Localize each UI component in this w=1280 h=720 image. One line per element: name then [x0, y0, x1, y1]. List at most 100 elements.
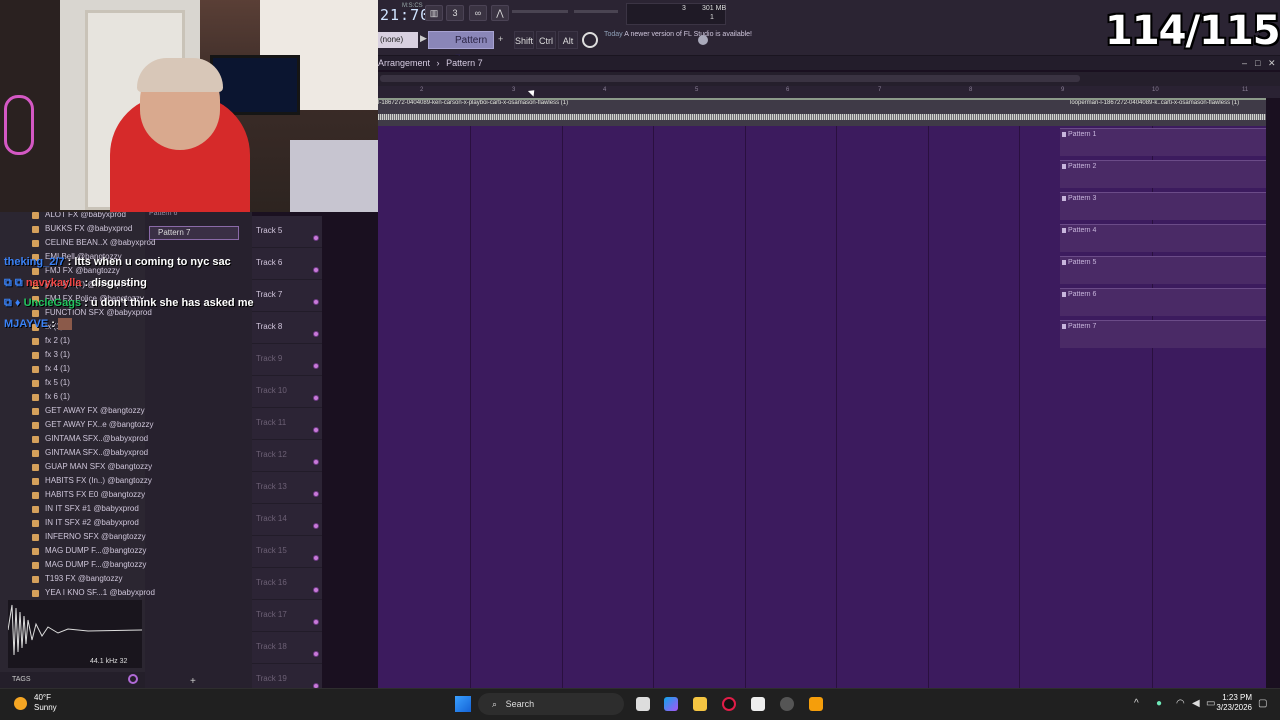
- browser-item[interactable]: GINTAMA SFX..@babyxprod: [32, 434, 148, 443]
- browser-item[interactable]: INFERNO SFX @bangtozzy: [32, 532, 146, 541]
- track-headers: Track 5 Track 6 Track 7 Track 8 Track 9 …: [252, 216, 322, 696]
- ruler-tick: 11: [1242, 87, 1249, 93]
- play-icon[interactable]: ▶: [420, 33, 427, 44]
- pattern-clip[interactable]: Pattern 2: [1060, 160, 1266, 188]
- pattern-list: Pattern 6 Pattern 7: [145, 210, 252, 688]
- add-pattern-icon[interactable]: +: [498, 34, 503, 44]
- browser-item[interactable]: IN IT SFX #1 @babyxprod: [32, 504, 139, 513]
- chat-message: ⧉ ♦ UncleGags : u don't think she has as…: [4, 297, 254, 309]
- tags-label: TAGS: [12, 676, 31, 683]
- browser-item[interactable]: fx 6 (1): [32, 392, 70, 401]
- browser-item[interactable]: GUAP MAN SFX @bangtozzy: [32, 462, 152, 471]
- volume-icon[interactable]: ◀: [1192, 698, 1200, 709]
- update-icon[interactable]: [698, 35, 708, 45]
- playlist-scrollbar[interactable]: [380, 75, 1080, 82]
- browser-item[interactable]: fx 5 (1): [32, 378, 70, 387]
- master-pitch-slider[interactable]: [574, 10, 618, 13]
- browser-item[interactable]: GINTAMA SFX..@babyxprod: [32, 448, 148, 457]
- browser-item[interactable]: HABITS FX (In..) @bangtozzy: [32, 476, 152, 485]
- browser-item[interactable]: BUKKS FX @babyxprod: [32, 224, 132, 233]
- browser-item[interactable]: MAG DUMP F...@bangtozzy: [32, 560, 146, 569]
- audio-clip[interactable]: l-1867272-0404089-ken-carson-x-playboi-c…: [378, 98, 1266, 126]
- track-header[interactable]: Track 9: [252, 344, 322, 376]
- browser-item[interactable]: GET AWAY FX @bangtozzy: [32, 406, 145, 415]
- browser-item[interactable]: YEA I KNO SF...1 @babyxprod: [32, 588, 155, 597]
- pattern-clip[interactable]: Pattern 7: [1060, 320, 1266, 348]
- pattern-clip[interactable]: Pattern 4: [1060, 224, 1266, 252]
- alt-button[interactable]: Alt: [558, 31, 578, 49]
- notification-icon[interactable]: ▢: [1258, 698, 1267, 709]
- pattern-clip[interactable]: Pattern 6: [1060, 288, 1266, 316]
- app-icon[interactable]: [780, 697, 794, 711]
- mic-icon[interactable]: ●: [1156, 698, 1162, 709]
- piano-icon[interactable]: ▥: [425, 5, 443, 21]
- search-icon: ⌕: [492, 699, 498, 709]
- track-header[interactable]: Track 18: [252, 632, 322, 664]
- shift-button[interactable]: Shift: [514, 31, 534, 49]
- track-header[interactable]: Track 13: [252, 472, 322, 504]
- copilot-icon[interactable]: [664, 697, 678, 711]
- loop-record-icon[interactable]: ∞: [469, 5, 487, 21]
- metronome-icon[interactable]: ⋀: [491, 5, 509, 21]
- ctrl-button[interactable]: Ctrl: [536, 31, 556, 49]
- taskbar-search[interactable]: ⌕ Search: [478, 693, 624, 715]
- track-header[interactable]: Track 8: [252, 312, 322, 344]
- step-icon[interactable]: 3: [446, 5, 464, 21]
- track-header[interactable]: Track 16: [252, 568, 322, 600]
- track-mute-icon: [313, 299, 319, 305]
- track-header[interactable]: Track 7: [252, 280, 322, 312]
- track-header[interactable]: Track 5: [252, 216, 322, 248]
- system-clock[interactable]: 1:23 PM 3/23/2026: [1212, 693, 1252, 713]
- browser-item[interactable]: fx 4 (1): [32, 364, 70, 373]
- search-icon[interactable]: [128, 674, 138, 684]
- tags-bar[interactable]: TAGS: [0, 672, 145, 688]
- store-icon[interactable]: [751, 697, 765, 711]
- track-header[interactable]: Track 10: [252, 376, 322, 408]
- browser-item[interactable]: fx 2 (1): [32, 336, 70, 345]
- minimize-icon[interactable]: –: [1242, 58, 1247, 68]
- news-icon[interactable]: [582, 32, 598, 48]
- pattern-list-item-selected[interactable]: Pattern 7: [149, 226, 239, 240]
- track-header[interactable]: Track 6: [252, 248, 322, 280]
- weather-widget[interactable]: 40°F Sunny: [34, 693, 57, 713]
- notice-text: A newer version of FL Studio is availabl…: [624, 31, 753, 38]
- webcam-overlay: [0, 0, 378, 212]
- ruler-tick: 6: [786, 87, 790, 93]
- browser-item[interactable]: HABITS FX E0 @bangtozzy: [32, 490, 145, 499]
- snap-selector[interactable]: (none): [378, 32, 418, 48]
- close-icon[interactable]: ✕: [1268, 58, 1276, 69]
- browser-item[interactable]: CELINE BEAN..X @babyxprod: [32, 238, 155, 247]
- fl-studio-icon[interactable]: [809, 697, 823, 711]
- task-view-icon[interactable]: [636, 697, 650, 711]
- track-header[interactable]: Track 15: [252, 536, 322, 568]
- browser-item[interactable]: GET AWAY FX..e @bangtozzy: [32, 420, 153, 429]
- chevron-up-icon[interactable]: ^: [1134, 698, 1139, 709]
- wifi-icon[interactable]: ◠: [1176, 698, 1185, 709]
- track-header[interactable]: Track 14: [252, 504, 322, 536]
- maximize-icon[interactable]: □: [1255, 58, 1260, 68]
- update-notice[interactable]: Today A newer version of FL Studio is av…: [604, 30, 752, 40]
- add-track-icon[interactable]: +: [190, 676, 196, 687]
- pattern-selector[interactable]: Pattern 7: [428, 31, 494, 64]
- sun-icon[interactable]: [14, 697, 27, 710]
- browser-item[interactable]: fx 3 (1): [32, 350, 70, 359]
- pattern-clip[interactable]: Pattern 1: [1060, 128, 1266, 156]
- browser-item[interactable]: IN IT SFX #2 @babyxprod: [32, 518, 139, 527]
- track-mute-icon: [313, 491, 319, 497]
- master-volume-slider[interactable]: [512, 10, 568, 13]
- playlist-title: Arrangement: [378, 58, 431, 68]
- track-header[interactable]: Track 17: [252, 600, 322, 632]
- sample-rate: 44.1 kHz 32: [90, 658, 128, 665]
- browser-item[interactable]: T193 FX @bangtozzy: [32, 574, 123, 583]
- pattern-clip[interactable]: Pattern 5: [1060, 256, 1266, 284]
- track-header[interactable]: Track 11: [252, 408, 322, 440]
- file-explorer-icon[interactable]: [693, 697, 707, 711]
- track-header[interactable]: Track 12: [252, 440, 322, 472]
- pattern-clip[interactable]: Pattern 3: [1060, 192, 1266, 220]
- timeline-ruler[interactable]: 2 3 4 5 6 7 8 9 10 11: [378, 86, 1280, 98]
- opera-icon[interactable]: [722, 697, 736, 711]
- playlist-pattern[interactable]: Pattern 7: [446, 58, 483, 68]
- track-mute-icon: [313, 651, 319, 657]
- start-icon[interactable]: [455, 696, 471, 712]
- browser-item[interactable]: MAG DUMP F...@bangtozzy: [32, 546, 146, 555]
